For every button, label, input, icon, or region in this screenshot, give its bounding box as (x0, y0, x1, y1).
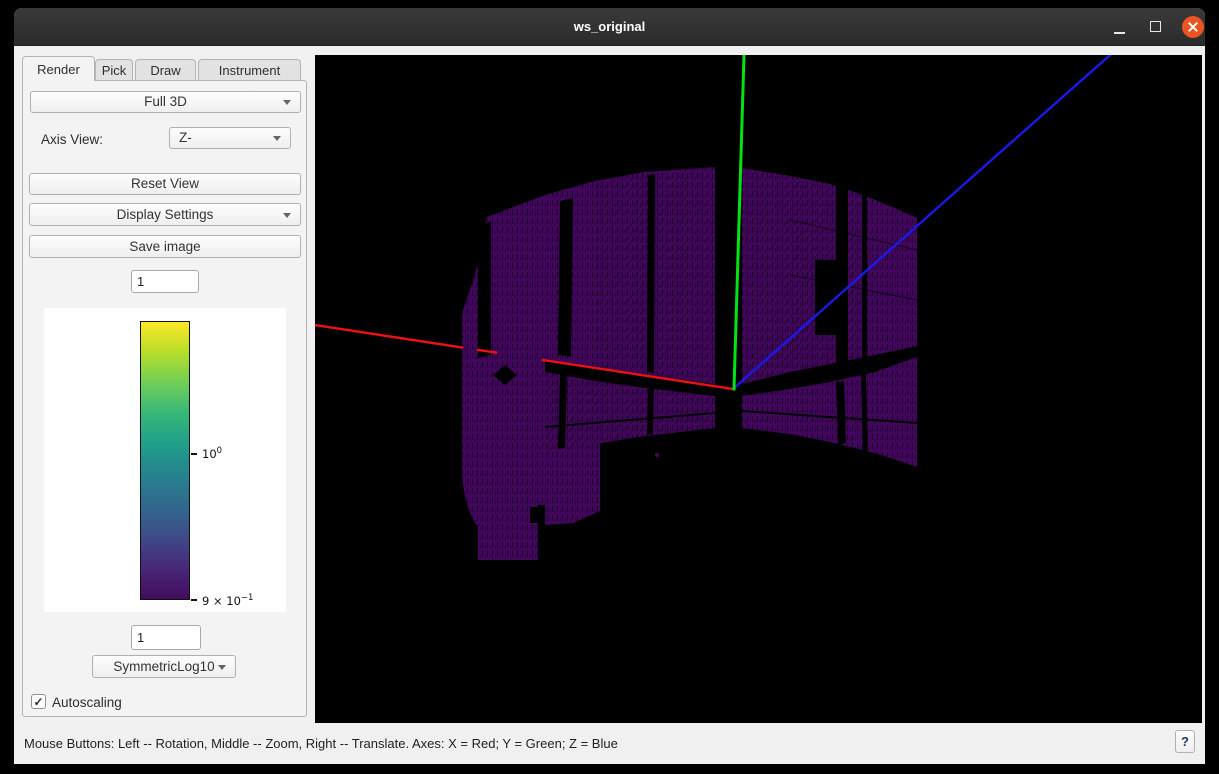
maximize-icon (1150, 21, 1161, 32)
projection-combobox[interactable]: Full 3D (30, 91, 301, 113)
tab-draw[interactable]: Draw (135, 59, 196, 81)
colorbar-gradient[interactable] (140, 321, 190, 600)
colorbar-tick-label-2: 9 × 10−1 (202, 593, 253, 608)
minimize-icon (1114, 32, 1125, 34)
reset-view-button[interactable]: Reset View (29, 173, 301, 195)
3d-viewport-canvas[interactable] (315, 55, 1202, 723)
chevron-down-icon (283, 100, 291, 105)
instrument-view-window: ws_original Render Pick Draw Instrument … (14, 8, 1205, 764)
status-bar: Mouse Buttons: Left -- Rotation, Middle … (14, 723, 1205, 764)
close-icon (1182, 16, 1204, 38)
tab-instrument[interactable]: Instrument (198, 59, 301, 81)
display-settings-button[interactable]: Display Settings (29, 203, 301, 226)
detector-banks (462, 167, 917, 560)
tab-pick[interactable]: Pick (95, 59, 133, 81)
save-image-label: Save image (30, 236, 300, 257)
axis-view-label: Axis View: (41, 132, 103, 147)
colorbar-tick (191, 453, 197, 455)
axis-view-value: Z- (179, 130, 192, 145)
instrument-3d-render (315, 55, 1202, 723)
tab-render[interactable]: Render (22, 56, 95, 81)
chevron-down-icon (218, 665, 226, 670)
display-settings-label: Display Settings (30, 204, 300, 225)
minimize-button[interactable] (1104, 8, 1134, 46)
chevron-down-icon (283, 213, 291, 218)
window-title: ws_original (14, 8, 1205, 46)
scale-type-combobox[interactable]: SymmetricLog10 (92, 655, 236, 678)
autoscaling-checkbox[interactable]: ✓ (31, 694, 46, 709)
projection-value: Full 3D (31, 92, 300, 112)
scale-min-input[interactable] (131, 625, 201, 650)
chevron-down-icon (273, 136, 281, 141)
scale-type-value: SymmetricLog10 (93, 656, 235, 677)
maximize-button[interactable] (1141, 8, 1171, 46)
close-button[interactable] (1178, 8, 1208, 46)
status-message: Mouse Buttons: Left -- Rotation, Middle … (24, 736, 618, 751)
title-bar[interactable]: ws_original (14, 8, 1205, 46)
save-image-button[interactable]: Save image (29, 235, 301, 258)
axis-view-combobox[interactable]: Z- (169, 127, 291, 149)
colorbar-panel: 100 9 × 10−1 (44, 308, 286, 612)
colorbar-tick-label-1: 100 (202, 446, 222, 461)
scale-max-input[interactable] (131, 270, 199, 293)
reset-view-label: Reset View (30, 174, 300, 194)
x-axis-line (315, 325, 462, 348)
colorbar-tick (191, 599, 197, 601)
help-button[interactable]: ? (1175, 730, 1195, 753)
autoscaling-label: Autoscaling (52, 695, 122, 710)
